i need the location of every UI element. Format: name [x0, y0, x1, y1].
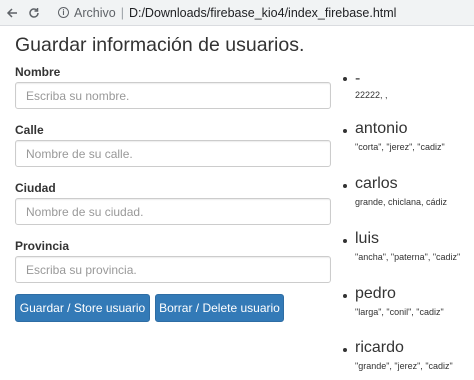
- list-bullet: [343, 184, 347, 188]
- list-bullet: [343, 129, 347, 133]
- list-bullet: [343, 348, 347, 352]
- user-name: pedro: [355, 285, 396, 302]
- provincia-label: Provincia: [15, 239, 70, 253]
- url-text: D:/Downloads/firebase_kio4/index_firebas…: [128, 5, 397, 20]
- info-icon[interactable]: i: [58, 7, 69, 18]
- page-title: Guardar información de usuarios.: [15, 34, 305, 56]
- delete-user-button[interactable]: Borrar / Delete usuario: [155, 294, 284, 322]
- user-address: "larga", "conil", "cadiz": [355, 307, 444, 317]
- user-name: antonio: [355, 120, 408, 137]
- nombre-label: Nombre: [15, 65, 61, 79]
- address-bar[interactable]: i Archivo | D:/Downloads/firebase_kio4/i…: [58, 3, 396, 23]
- nombre-input[interactable]: [15, 82, 331, 109]
- user-address: "ancha", "paterna", "cadiz": [355, 252, 461, 262]
- calle-label: Calle: [15, 123, 44, 137]
- user-address: grande, chiclana, cádiz: [355, 197, 448, 207]
- list-bullet: [343, 77, 347, 81]
- user-name: ricardo: [355, 339, 404, 356]
- list-bullet: [343, 239, 347, 243]
- calle-input[interactable]: [15, 140, 331, 167]
- user-name: luis: [355, 230, 380, 247]
- ciudad-input[interactable]: [15, 198, 331, 225]
- back-arrow-icon[interactable]: [2, 3, 22, 23]
- reload-icon[interactable]: [24, 3, 44, 23]
- provincia-input[interactable]: [15, 256, 331, 283]
- user-name: -: [355, 70, 361, 87]
- user-name: carlos: [355, 175, 398, 192]
- user-address: "grande", "jerez", "cadiz": [355, 361, 453, 371]
- store-user-button[interactable]: Guardar / Store usuario: [15, 294, 150, 322]
- list-bullet: [343, 294, 347, 298]
- address-separator: |: [120, 5, 124, 20]
- file-scheme-chip: Archivo: [74, 5, 116, 20]
- user-address: "corta", "jerez", "cadiz": [355, 142, 445, 152]
- ciudad-label: Ciudad: [15, 181, 56, 195]
- user-address: 22222, ,: [355, 90, 388, 100]
- browser-toolbar: i Archivo | D:/Downloads/firebase_kio4/i…: [0, 0, 474, 26]
